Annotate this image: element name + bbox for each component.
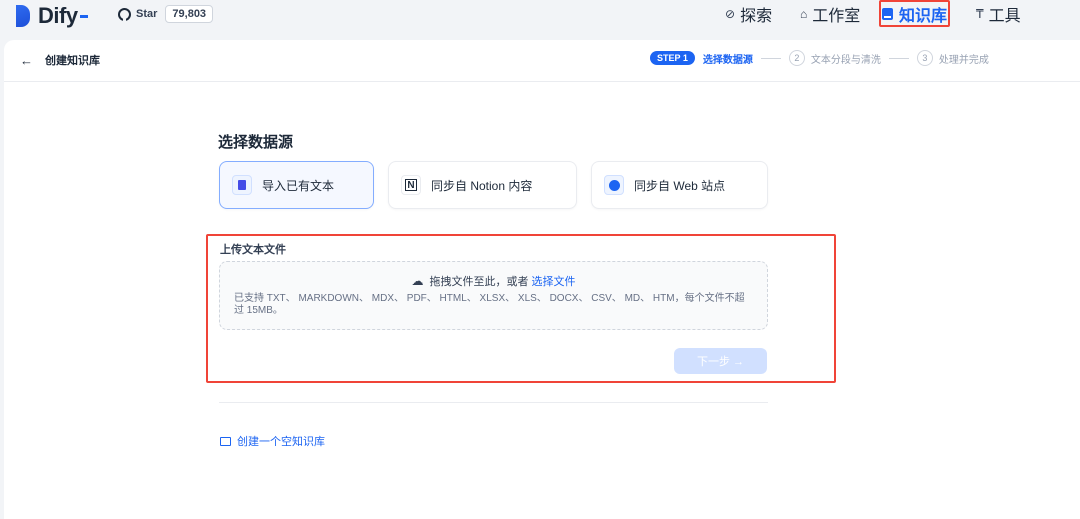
source-option-notion[interactable]: N 同步自 Notion 内容 <box>388 161 577 209</box>
robot-icon: ⌂ <box>800 7 808 21</box>
top-nav: Dify Star 79,803 ⊘ 探索 ⌂ 工作室 知识库 ₸ 工具 <box>0 0 1080 36</box>
nav-explore[interactable]: ⊘ 探索 <box>725 4 773 25</box>
source-option-web[interactable]: 同步自 Web 站点 <box>591 161 768 209</box>
arrow-left-icon: ← <box>20 52 33 68</box>
step-divider <box>888 57 909 59</box>
divider <box>219 402 768 403</box>
step1-pill: STEP 1 <box>650 51 695 65</box>
web-icon <box>604 175 624 195</box>
step3-number: 3 <box>916 50 933 66</box>
folder-icon <box>220 436 231 446</box>
file-icon <box>232 175 252 195</box>
dropzone-text-line: ☁ 拖拽文件至此，或者 选择文件 <box>220 273 767 289</box>
upload-label: 上传文本文件 <box>220 244 286 256</box>
step2-number: 2 <box>788 50 805 66</box>
logo-mark-icon <box>16 5 30 27</box>
file-dropzone[interactable]: ☁ 拖拽文件至此，或者 选择文件 已支持 TXT、 MARKDOWN、 MDX、 … <box>219 261 768 330</box>
page-title: 选择数据源 <box>218 134 294 151</box>
nav-tools-label: 工具 <box>988 8 1021 25</box>
compass-icon: ⊘ <box>725 7 736 21</box>
github-icon <box>118 7 131 21</box>
nav-explore-label: 探索 <box>740 8 773 25</box>
github-star-button[interactable]: Star 79,803 <box>118 4 214 24</box>
source-label: 同步自 Notion 内容 <box>431 178 533 193</box>
back-button[interactable]: ← 创建知识库 <box>20 52 100 68</box>
notion-icon: N <box>401 175 421 195</box>
dropzone-text: 拖拽文件至此，或者 <box>429 276 532 288</box>
step-divider <box>760 57 781 59</box>
create-empty-knowledge-link[interactable]: 创建一个空知识库 <box>220 433 325 449</box>
logo-underscore <box>79 14 88 18</box>
main-content: 选择数据源 导入已有文本 N 同步自 Notion 内容 同步自 Web 站点 … <box>4 82 1080 519</box>
star-label: Star <box>136 8 158 20</box>
sub-header: ← 创建知识库 STEP 1 选择数据源 2 文本分段与清洗 3 处理并完成 <box>4 40 1080 82</box>
next-step-button[interactable]: 下一步 → <box>674 348 767 374</box>
logo-text: Dify <box>38 3 78 28</box>
nav-knowledge[interactable]: 知识库 <box>882 4 948 25</box>
nav-tools[interactable]: ₸ 工具 <box>976 4 1021 25</box>
cloud-upload-icon: ☁ <box>411 274 424 288</box>
nav-studio[interactable]: ⌂ 工作室 <box>800 4 861 25</box>
nav-knowledge-label: 知识库 <box>899 8 948 25</box>
step3-label: 处理并完成 <box>938 54 989 66</box>
star-count: 79,803 <box>165 5 214 23</box>
dify-logo[interactable]: Dify <box>16 0 88 32</box>
source-option-file[interactable]: 导入已有文本 <box>219 161 374 209</box>
stepper: STEP 1 选择数据源 2 文本分段与清洗 3 处理并完成 <box>650 50 989 66</box>
create-empty-label: 创建一个空知识库 <box>237 436 325 448</box>
step1-label: 选择数据源 <box>702 54 753 66</box>
step2-label: 文本分段与清洗 <box>810 54 881 66</box>
supported-formats-hint: 已支持 TXT、 MARKDOWN、 MDX、 PDF、 HTML、 XLSX、… <box>234 293 745 316</box>
book-icon <box>882 8 893 20</box>
tools-icon: ₸ <box>976 7 984 21</box>
select-file-link[interactable]: 选择文件 <box>532 276 576 288</box>
nav-studio-label: 工作室 <box>812 8 861 25</box>
source-label: 导入已有文本 <box>262 178 335 193</box>
source-label: 同步自 Web 站点 <box>634 178 726 193</box>
back-label: 创建知识库 <box>45 55 100 67</box>
